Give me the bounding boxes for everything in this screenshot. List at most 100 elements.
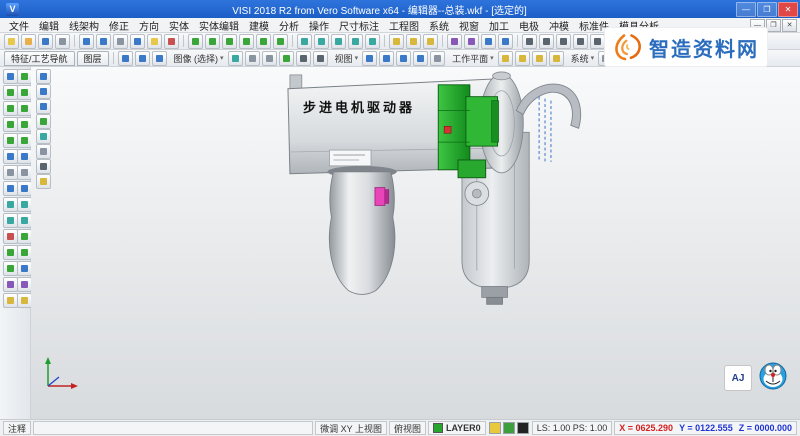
iso-view-icon[interactable]: [413, 51, 428, 66]
menu-modify[interactable]: 修正: [104, 18, 134, 33]
zoom-out-icon[interactable]: [539, 34, 554, 49]
selection-arrow-icon[interactable]: [3, 69, 18, 84]
ellipse-tool-icon[interactable]: [3, 117, 18, 132]
delete-icon[interactable]: [164, 34, 179, 49]
open-file-icon[interactable]: [21, 34, 36, 49]
arc-icon[interactable]: [222, 34, 237, 49]
zoom-in-icon[interactable]: [522, 34, 537, 49]
tab-feature-navigator[interactable]: 特征/工艺导航: [4, 51, 75, 66]
boolean-icon[interactable]: [365, 34, 380, 49]
menu-solid[interactable]: 实体: [164, 18, 194, 33]
menu-modeling[interactable]: 建模: [244, 18, 274, 33]
revolve-solid-icon[interactable]: [3, 245, 18, 260]
layer-manager-icon[interactable]: [447, 34, 462, 49]
child-restore-button[interactable]: ❐: [766, 19, 781, 32]
shaded-icon[interactable]: [228, 51, 243, 66]
float-iso-view-icon[interactable]: [36, 114, 51, 129]
maximize-button[interactable]: ❐: [757, 2, 777, 17]
cut-icon[interactable]: [113, 34, 128, 49]
float-zoom-fit-icon[interactable]: [36, 159, 51, 174]
float-wireframe-icon[interactable]: [36, 144, 51, 159]
line-tool-icon[interactable]: [3, 85, 18, 100]
workplane-custom-icon[interactable]: [549, 51, 564, 66]
pattern-feature-icon[interactable]: [17, 293, 32, 308]
menu-analysis[interactable]: 分析: [274, 18, 304, 33]
extrude-solid-icon[interactable]: [17, 229, 32, 244]
rotate-view-icon[interactable]: [590, 34, 605, 49]
float-top-view-icon[interactable]: [36, 69, 51, 84]
menu-electrode[interactable]: 电极: [514, 18, 544, 33]
shell-icon[interactable]: [348, 34, 363, 49]
grid-indicator-icon[interactable]: [503, 422, 515, 434]
copy-tool-icon[interactable]: [17, 213, 32, 228]
rectangle-tool-icon[interactable]: [3, 133, 18, 148]
menu-drafting[interactable]: 工程图: [384, 18, 424, 33]
filter-icon[interactable]: [481, 34, 496, 49]
point-tool-icon[interactable]: [17, 69, 32, 84]
shell-solid-icon[interactable]: [17, 261, 32, 276]
cad-model-canvas[interactable]: [31, 67, 800, 419]
delete-tool-icon[interactable]: [3, 229, 18, 244]
zoom-all-icon[interactable]: [313, 51, 328, 66]
measure-icon[interactable]: [389, 34, 404, 49]
chamfer-tool-icon[interactable]: [17, 149, 32, 164]
float-front-view-icon[interactable]: [36, 84, 51, 99]
menu-edit[interactable]: 编辑: [34, 18, 64, 33]
select-box-icon[interactable]: [152, 51, 167, 66]
select-icon[interactable]: [118, 51, 133, 66]
top-view-icon[interactable]: [362, 51, 377, 66]
menu-window[interactable]: 视窗: [454, 18, 484, 33]
new-file-icon[interactable]: [4, 34, 19, 49]
child-close-button[interactable]: ✕: [782, 19, 797, 32]
scale-tool-icon[interactable]: [3, 213, 18, 228]
rotate-tool-icon[interactable]: [17, 197, 32, 212]
move-tool-icon[interactable]: [3, 197, 18, 212]
front-view-icon[interactable]: [379, 51, 394, 66]
workplane-yz-icon[interactable]: [532, 51, 547, 66]
line-icon[interactable]: [205, 34, 220, 49]
sweep-icon[interactable]: [331, 34, 346, 49]
menu-dimension[interactable]: 尺寸标注: [334, 18, 384, 33]
paste-icon[interactable]: [147, 34, 162, 49]
point-icon[interactable]: [188, 34, 203, 49]
dynamic-rotate-icon[interactable]: [279, 51, 294, 66]
trim-tool-icon[interactable]: [3, 165, 18, 180]
float-repaint-icon[interactable]: [36, 174, 51, 189]
ucs-indicator-icon[interactable]: [517, 422, 529, 434]
close-button[interactable]: ✕: [778, 2, 798, 17]
print-icon[interactable]: [55, 34, 70, 49]
hidden-line-icon[interactable]: [262, 51, 277, 66]
annotate-icon[interactable]: [423, 34, 438, 49]
save-icon[interactable]: [38, 34, 53, 49]
mirror-tool-icon[interactable]: [17, 181, 32, 196]
float-right-view-icon[interactable]: [36, 99, 51, 114]
menu-file[interactable]: 文件: [4, 18, 34, 33]
menu-orientation[interactable]: 方向: [134, 18, 164, 33]
spline-tool-icon[interactable]: [17, 117, 32, 132]
arc-tool-icon[interactable]: [3, 101, 18, 116]
wireframe-icon[interactable]: [245, 51, 260, 66]
offset-tool-icon[interactable]: [3, 181, 18, 196]
fillet-tool-icon[interactable]: [3, 149, 18, 164]
select-chain-icon[interactable]: [135, 51, 150, 66]
revolve-icon[interactable]: [314, 34, 329, 49]
menu-machining[interactable]: 加工: [484, 18, 514, 33]
system-dropdown[interactable]: 系统: [565, 52, 598, 65]
side-view-icon[interactable]: [396, 51, 411, 66]
view-dropdown[interactable]: 视图: [329, 52, 362, 65]
tab-layers[interactable]: 图层: [77, 51, 109, 66]
circle-icon[interactable]: [239, 34, 254, 49]
sweep-solid-icon[interactable]: [17, 245, 32, 260]
selection-icon[interactable]: [498, 34, 513, 49]
workplane-dropdown[interactable]: 工作平面: [446, 52, 497, 65]
polyline-tool-icon[interactable]: [17, 85, 32, 100]
status-active-view[interactable]: 俯视图: [389, 421, 426, 435]
menu-wireframe[interactable]: 线架构: [64, 18, 104, 33]
rectangle-icon[interactable]: [273, 34, 288, 49]
menu-solid-edit[interactable]: 实体编辑: [194, 18, 244, 33]
copy-icon[interactable]: [130, 34, 145, 49]
viewport[interactable]: 步进电机驱动器 AJ: [31, 67, 800, 419]
extrude-icon[interactable]: [297, 34, 312, 49]
workplane-xz-icon[interactable]: [515, 51, 530, 66]
zoom-fit-icon[interactable]: [556, 34, 571, 49]
